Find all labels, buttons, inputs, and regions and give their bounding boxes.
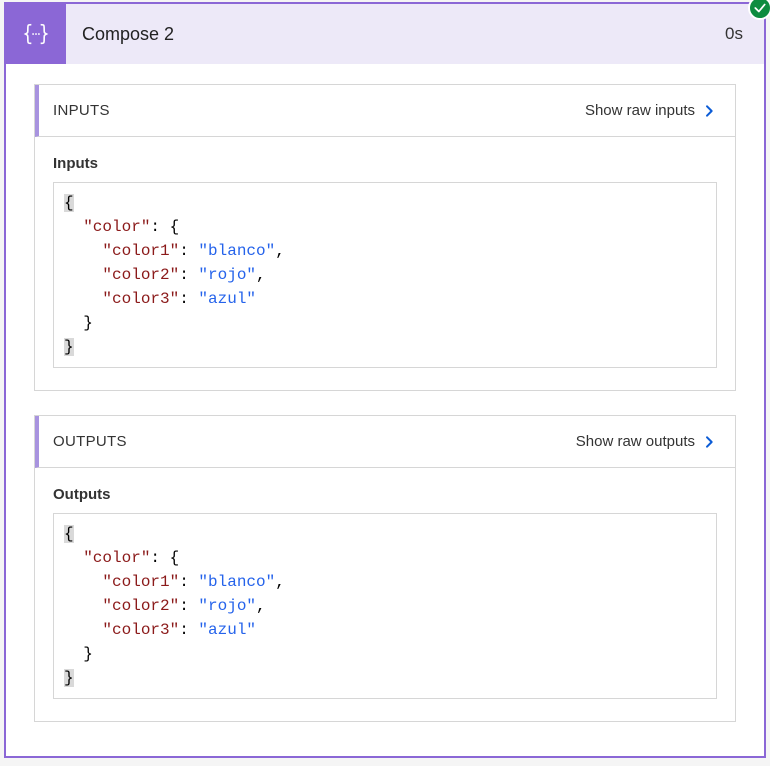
chevron-right-icon: [701, 434, 717, 450]
chevron-right-icon: [701, 103, 717, 119]
card-body: INPUTS Show raw inputs Inputs { "color":…: [6, 64, 764, 766]
inputs-header-label: INPUTS: [39, 102, 110, 119]
inputs-subtitle: Inputs: [53, 155, 717, 172]
inputs-section-body: Inputs { "color": { "color1": "blanco", …: [35, 137, 735, 390]
compose-action-card: Compose 2 0s INPUTS Show raw inputs Inpu…: [4, 2, 766, 758]
status-success-badge: [748, 0, 770, 20]
card-title: Compose 2: [66, 4, 704, 64]
outputs-section: OUTPUTS Show raw outputs Outputs { "colo…: [34, 415, 736, 722]
show-raw-outputs-link[interactable]: Show raw outputs: [576, 433, 717, 450]
compose-braces-icon: [22, 20, 50, 48]
inputs-json-box[interactable]: { "color": { "color1": "blanco", "color2…: [53, 182, 717, 368]
card-header[interactable]: Compose 2 0s: [6, 4, 764, 64]
compose-icon-box: [6, 4, 66, 64]
inputs-section-header: INPUTS Show raw inputs: [35, 85, 735, 137]
outputs-subtitle: Outputs: [53, 486, 717, 503]
show-raw-outputs-label: Show raw outputs: [576, 433, 695, 450]
show-raw-inputs-link[interactable]: Show raw inputs: [585, 102, 717, 119]
outputs-section-body: Outputs { "color": { "color1": "blanco",…: [35, 468, 735, 721]
outputs-section-header: OUTPUTS Show raw outputs: [35, 416, 735, 468]
show-raw-inputs-label: Show raw inputs: [585, 102, 695, 119]
inputs-section: INPUTS Show raw inputs Inputs { "color":…: [34, 84, 736, 391]
check-icon: [753, 1, 767, 15]
outputs-header-label: OUTPUTS: [39, 433, 127, 450]
outputs-json-box[interactable]: { "color": { "color1": "blanco", "color2…: [53, 513, 717, 699]
